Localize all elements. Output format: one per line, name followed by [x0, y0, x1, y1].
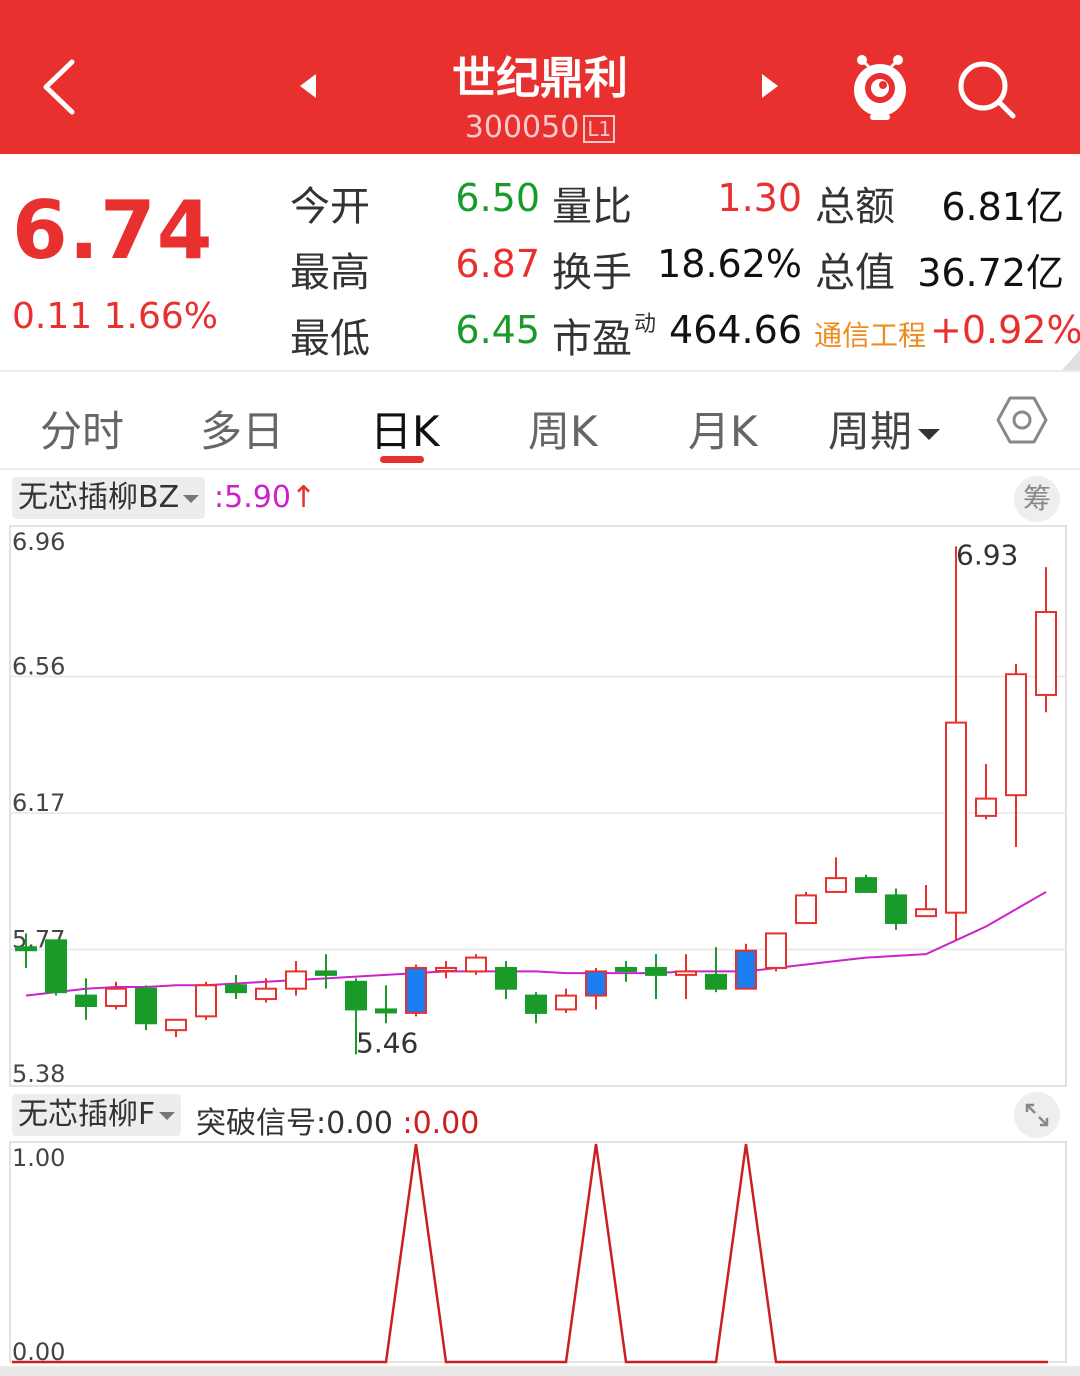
chart-canvas[interactable]: 6.966.566.175.775.386.935.461.000.00 — [0, 0, 1080, 1376]
candle-signal-fill — [591, 974, 601, 993]
candle-body — [345, 980, 367, 1011]
candle-body — [525, 994, 547, 1014]
candle-body — [945, 721, 967, 914]
candle-body — [75, 994, 97, 1007]
candle-body — [195, 984, 217, 1018]
candle-body — [615, 966, 637, 972]
candle-body — [975, 797, 997, 817]
candle-body — [315, 970, 337, 976]
candle-body — [135, 987, 157, 1025]
candle-signal-fill — [741, 953, 751, 986]
candle-body — [285, 970, 307, 990]
candle-body — [225, 984, 247, 994]
candle-body — [765, 932, 787, 969]
signal-frame — [9, 1141, 1067, 1363]
signal-y-label-bottom: 0.00 — [12, 1338, 65, 1366]
candle-body — [1005, 673, 1027, 797]
candle-body — [645, 966, 667, 976]
candle-body — [885, 894, 907, 925]
kline-low-marker: 5.46 — [356, 1026, 418, 1059]
candle-body — [165, 1018, 187, 1032]
candle-body — [795, 894, 817, 925]
candle-body — [375, 1008, 397, 1014]
candle-body — [705, 973, 727, 990]
candle-body — [915, 908, 937, 918]
signal-y-label-top: 1.00 — [12, 1144, 65, 1172]
candle-body — [465, 956, 487, 973]
candle-body — [435, 966, 457, 972]
candle-body — [1035, 611, 1057, 696]
candle-body — [105, 987, 127, 1007]
candle-body — [555, 994, 577, 1011]
kline-high-marker: 6.93 — [956, 538, 1018, 571]
kline-y-label: 5.38 — [12, 1060, 65, 1088]
kline-y-label: 6.17 — [12, 789, 65, 817]
bottom-toolbar-edge — [0, 1366, 1080, 1376]
candle-body — [855, 877, 877, 893]
kline-y-label: 6.96 — [12, 528, 65, 556]
candle-body — [825, 877, 847, 893]
candle-body — [15, 946, 37, 952]
signal-line — [12, 1143, 1048, 1364]
candle-body — [45, 939, 67, 994]
candle-signal-fill — [411, 970, 421, 1010]
candle-body — [675, 970, 697, 976]
candle-body — [495, 966, 517, 990]
candle-body — [255, 987, 277, 1001]
kline-y-label: 6.56 — [12, 653, 65, 681]
